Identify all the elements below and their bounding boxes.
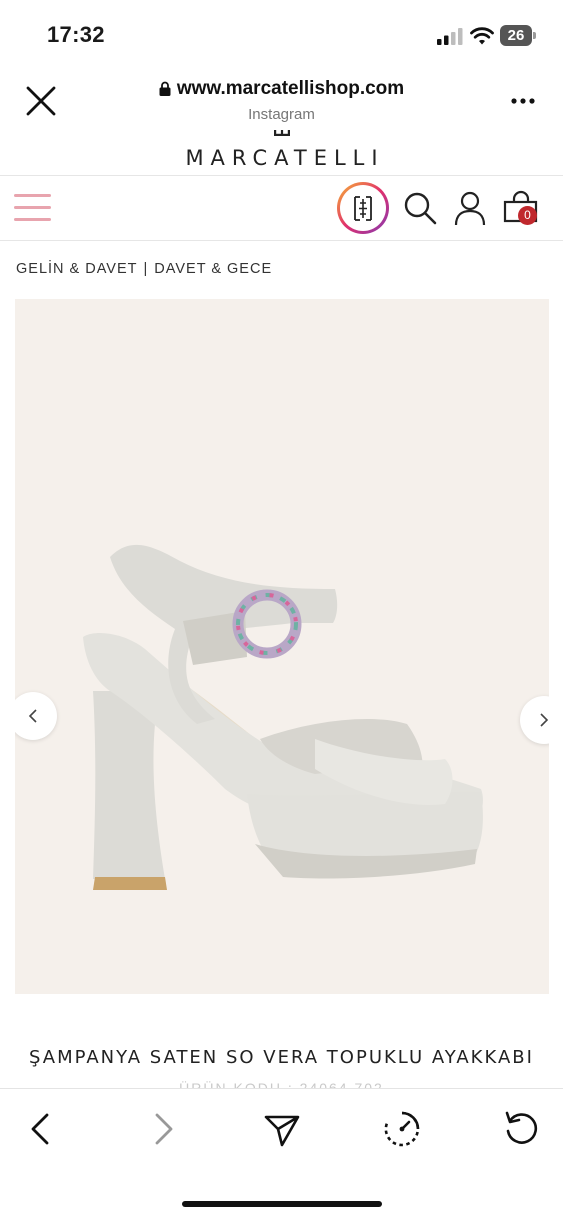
sandal-illustration — [83, 544, 483, 890]
url-line: www.marcatellishop.com — [159, 78, 404, 100]
more-horizontal-icon[interactable] — [510, 97, 536, 105]
home-indicator[interactable] — [182, 1201, 382, 1207]
wifi-icon — [470, 27, 494, 45]
brand-mark-icon — [274, 130, 290, 136]
reload-icon[interactable] — [502, 1109, 542, 1149]
user-icon[interactable] — [452, 190, 488, 226]
cart-count-badge: 0 — [518, 206, 537, 225]
signal-icon — [437, 28, 463, 45]
brand-monogram-icon — [354, 196, 372, 221]
breadcrumb-item-gelin-davet[interactable]: GELİN & DAVET — [16, 261, 138, 277]
address-bar[interactable]: www.marcatellishop.com Instagram — [100, 78, 463, 123]
browser-header: www.marcatellishop.com Instagram — [0, 70, 563, 132]
chevron-right-icon — [540, 713, 549, 727]
source-label: Instagram — [248, 105, 315, 123]
chevron-left-icon[interactable] — [22, 1109, 62, 1149]
product-image[interactable] — [15, 299, 549, 994]
status-bar: 17:32 26 — [0, 0, 563, 70]
close-icon[interactable] — [24, 84, 58, 118]
brand-bar: MARCATELLI — [0, 130, 563, 176]
shopping-bag-icon[interactable]: 0 — [502, 190, 540, 228]
search-icon[interactable] — [402, 190, 438, 226]
hamburger-icon[interactable] — [14, 194, 51, 221]
battery-icon: 26 — [500, 25, 536, 46]
battery-level: 26 — [500, 25, 532, 46]
lock-icon — [159, 81, 171, 96]
product-title: ŞAMPANYA SATEN SO VERA TOPUKLU AYAKKABI — [29, 1047, 534, 1068]
breadcrumb-separator: | — [143, 261, 149, 277]
chevron-left-icon — [28, 709, 37, 723]
send-icon[interactable] — [262, 1109, 302, 1149]
chevron-right-icon[interactable] — [142, 1109, 182, 1149]
breadcrumb-item-davet-gece[interactable]: DAVET & GECE — [154, 261, 272, 277]
breadcrumb: GELİN & DAVET | DAVET & GECE — [16, 261, 272, 277]
status-time: 17:32 — [47, 22, 105, 47]
brand-logo-text[interactable]: MARCATELLI — [0, 146, 563, 170]
url-text: www.marcatellishop.com — [176, 78, 405, 99]
battery-tip — [533, 32, 536, 39]
gauge-icon[interactable] — [382, 1109, 422, 1149]
site-nav: 0 — [0, 177, 563, 241]
browser-toolbar — [0, 1088, 563, 1219]
brand-story-button[interactable] — [337, 182, 389, 234]
